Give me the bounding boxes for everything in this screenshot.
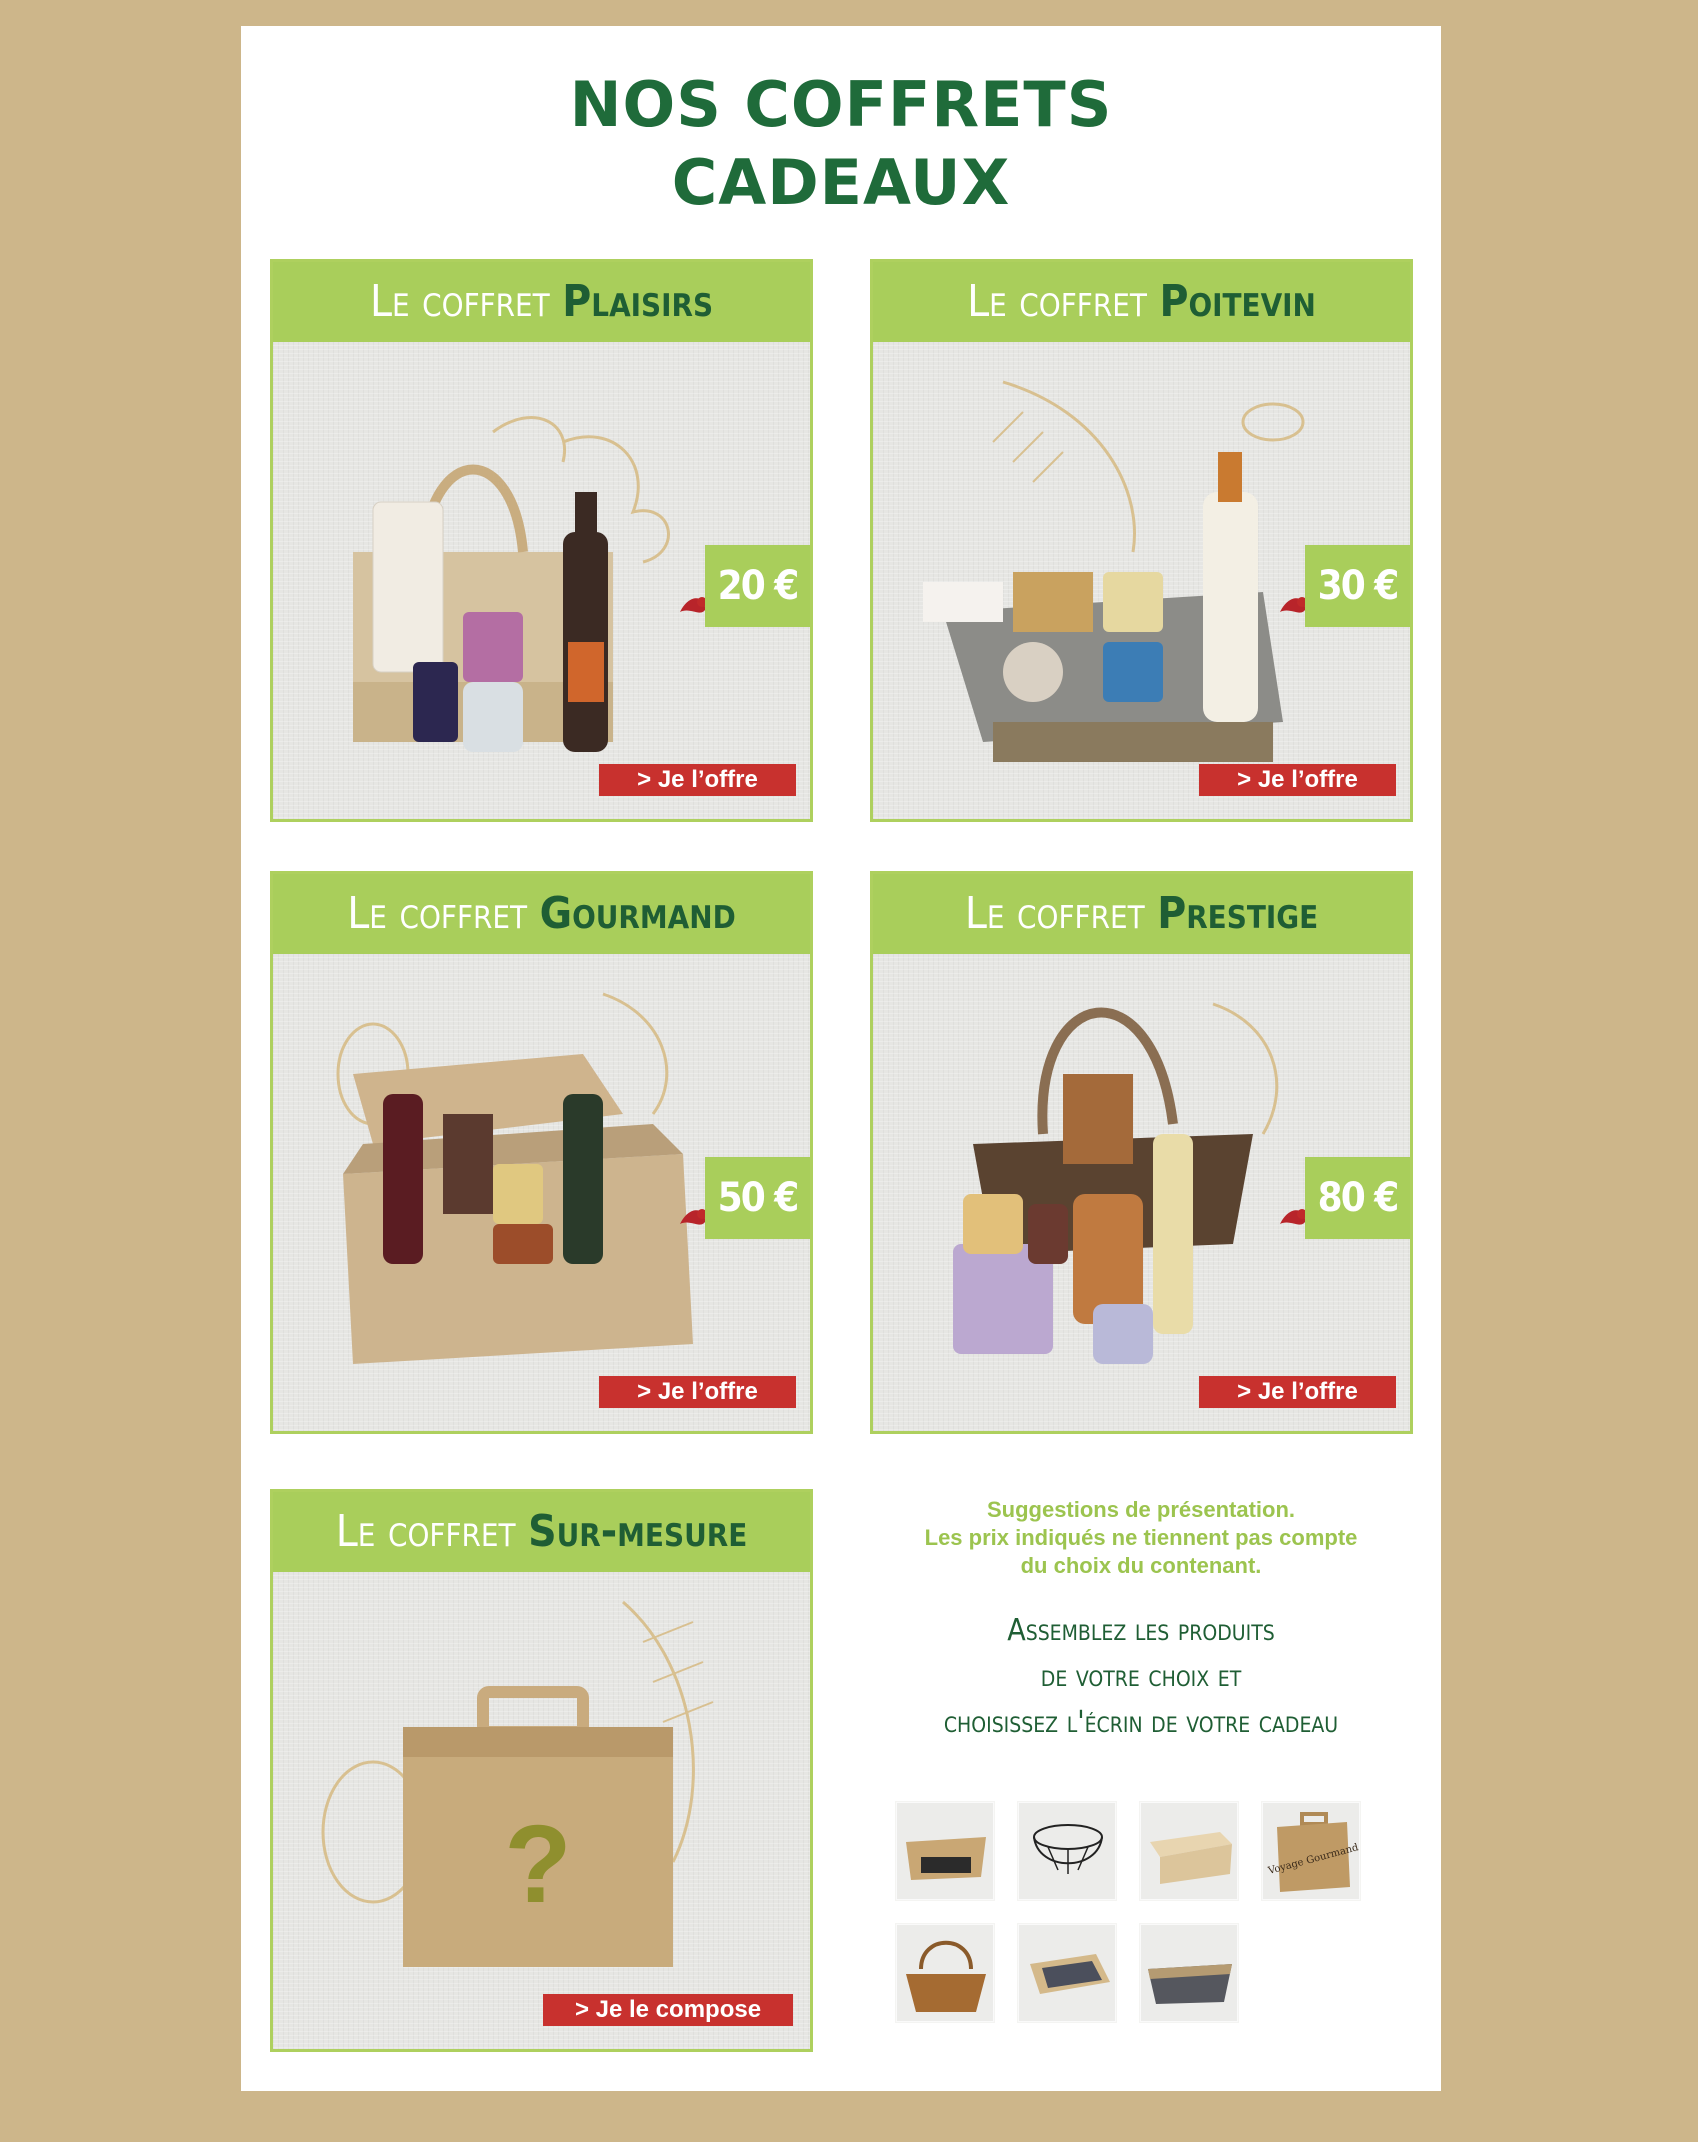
offer-button[interactable]: > Je l’offre bbox=[1199, 764, 1396, 796]
title-line-2: CADEAUX bbox=[671, 146, 1011, 219]
card-name: Plaisirs bbox=[562, 276, 714, 327]
card-name: Gourmand bbox=[539, 888, 736, 939]
card-header: Le coffret Plaisirs bbox=[273, 262, 810, 342]
kraft-case-icon: Voyage Gourmand bbox=[1266, 1812, 1360, 1892]
container-thumb-wooden-tray[interactable] bbox=[895, 1801, 995, 1901]
wicker-basket-icon bbox=[906, 1940, 986, 2012]
assemble-line: Assemblez les produits bbox=[1007, 1613, 1275, 1648]
svg-text:?: ? bbox=[504, 1803, 571, 1926]
card-coffret-gourmand[interactable]: Le coffret Gourmand 50 € > Je l’offre bbox=[270, 871, 813, 1434]
card-header: Le coffret Poitevin bbox=[873, 262, 1410, 342]
gift-basket-illustration bbox=[923, 380, 1305, 762]
container-thumb-woven-tray[interactable] bbox=[1017, 1923, 1117, 2023]
card-image: 20 € bbox=[273, 342, 810, 819]
compose-button[interactable]: > Je le compose bbox=[543, 1994, 793, 2026]
mystery-box-illustration: ? bbox=[321, 1600, 714, 1967]
card-name: Sur-mesure bbox=[528, 1506, 748, 1557]
card-image: 30 € bbox=[873, 342, 1410, 819]
title-line-1: NOS COFFRETS bbox=[569, 68, 1113, 141]
offer-button[interactable]: > Je l’offre bbox=[599, 764, 796, 796]
card-image: 50 € bbox=[273, 954, 810, 1431]
gift-box-illustration bbox=[336, 992, 693, 1364]
card-lead: Le coffret bbox=[335, 1506, 516, 1557]
price-badge: 20 € bbox=[705, 545, 810, 627]
container-thumb-wire-basket[interactable] bbox=[1017, 1801, 1117, 1901]
assemble-line: de votre choix et bbox=[1040, 1659, 1242, 1694]
wooden-tray-icon bbox=[906, 1837, 986, 1880]
card-lead: Le coffret bbox=[369, 276, 550, 327]
wire-basket-icon bbox=[1033, 1824, 1103, 1874]
card-header: Le coffret Sur-mesure bbox=[273, 1492, 810, 1572]
card-header: Le coffret Gourmand bbox=[273, 874, 810, 954]
assemble-line: choisissez l'écrin de votre cadeau bbox=[943, 1705, 1339, 1740]
price-badge: 30 € bbox=[1305, 545, 1410, 627]
woven-tray-icon bbox=[1030, 1954, 1110, 1994]
container-thumb-wooden-crate[interactable] bbox=[1139, 1801, 1239, 1901]
offer-button[interactable]: > Je l’offre bbox=[1199, 1376, 1396, 1408]
card-lead: Le coffret bbox=[347, 888, 528, 939]
offer-button[interactable]: > Je l’offre bbox=[599, 1376, 796, 1408]
gift-basket-illustration bbox=[353, 416, 670, 752]
disclaimer-line: Les prix indiqués ne tiennent pas compte bbox=[924, 1525, 1358, 1550]
disclaimer-line: Suggestions de présentation. bbox=[986, 1497, 1296, 1522]
assemble-heading: Assemblez les produits de votre choix et… bbox=[881, 1608, 1401, 1746]
card-coffret-sur-mesure[interactable]: Le coffret Sur-mesure ? > Je le compose bbox=[270, 1489, 813, 2052]
container-thumb-grey-basket[interactable] bbox=[1139, 1923, 1239, 2023]
page-title: NOS COFFRETS CADEAUX bbox=[541, 66, 1141, 236]
card-name: Prestige bbox=[1157, 888, 1319, 939]
gift-basket-illustration bbox=[953, 1002, 1279, 1364]
card-coffret-plaisirs[interactable]: Le coffret Plaisirs 20 € > Je l’offre bbox=[270, 259, 813, 822]
grey-basket-icon bbox=[1148, 1964, 1232, 2004]
card-coffret-poitevin[interactable]: Le coffret Poitevin 30 € > Je l’offre bbox=[870, 259, 1413, 822]
newsletter-sheet: NOS COFFRETS CADEAUX Le coffret Plaisirs bbox=[241, 26, 1441, 2091]
wooden-crate-icon bbox=[1150, 1832, 1232, 1884]
container-thumb-wicker-basket[interactable] bbox=[895, 1923, 995, 2023]
price-badge: 50 € bbox=[705, 1157, 810, 1239]
card-coffret-prestige[interactable]: Le coffret Prestige 80 € > Je l’offre bbox=[870, 871, 1413, 1434]
card-name: Poitevin bbox=[1159, 276, 1316, 327]
disclaimer-line: du choix du contenant. bbox=[1020, 1553, 1262, 1578]
presentation-disclaimer: Suggestions de présentation. Les prix in… bbox=[881, 1496, 1401, 1580]
card-lead: Le coffret bbox=[964, 888, 1145, 939]
container-thumb-kraft-case[interactable]: Voyage Gourmand bbox=[1261, 1801, 1361, 1901]
card-image: ? bbox=[273, 1572, 810, 2049]
price-badge: 80 € bbox=[1305, 1157, 1410, 1239]
card-header: Le coffret Prestige bbox=[873, 874, 1410, 954]
card-lead: Le coffret bbox=[967, 276, 1147, 327]
card-image: 80 € bbox=[873, 954, 1410, 1431]
